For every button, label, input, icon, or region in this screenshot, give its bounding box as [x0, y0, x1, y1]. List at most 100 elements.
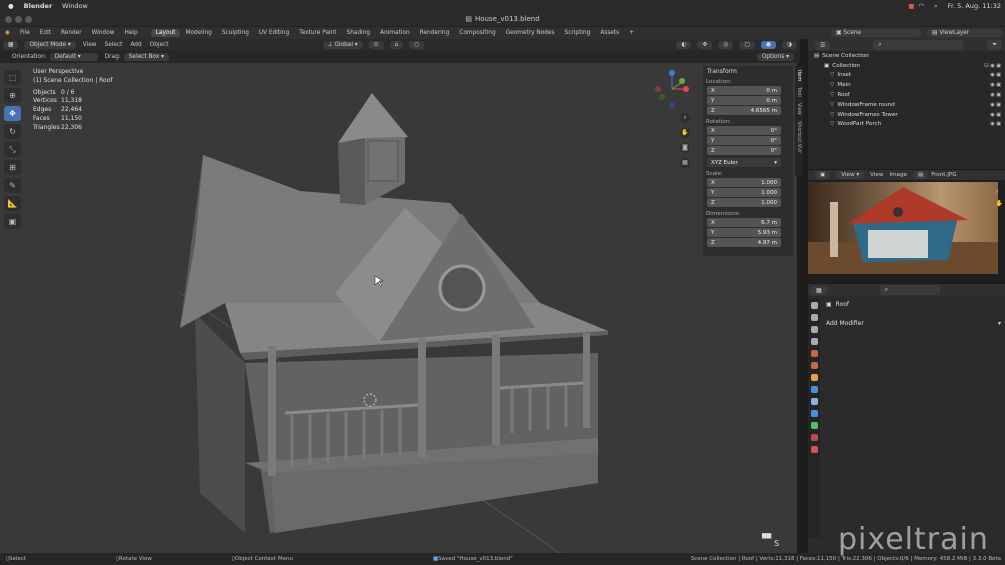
mac-menu-window[interactable]: Window	[62, 2, 88, 10]
menu-file[interactable]: File	[15, 30, 35, 36]
tab-tool[interactable]: Tool	[796, 87, 802, 97]
tab-texture-paint[interactable]: Texture Paint	[294, 29, 341, 37]
menu-view[interactable]: View	[79, 42, 101, 48]
options-dropdown[interactable]: Options ▾	[756, 53, 794, 61]
properties-tab-icon[interactable]	[810, 302, 818, 309]
pan-hand-icon[interactable]: ✋	[680, 128, 690, 138]
properties-tab-icon[interactable]	[810, 338, 818, 345]
menu-render[interactable]: Render	[56, 30, 87, 36]
scale-y-field[interactable]: Y 1.000	[707, 188, 781, 197]
move-tool-icon[interactable]: ✥	[4, 106, 21, 121]
visibility-eye-icon[interactable]: ◉ ▣	[990, 72, 1001, 78]
properties-tab-icon[interactable]	[810, 410, 818, 417]
tab-sculpting[interactable]: Sculpting	[217, 29, 254, 37]
properties-tab-icon[interactable]	[810, 446, 818, 453]
camera-icon[interactable]: ◙	[680, 143, 690, 153]
measure-tool-icon[interactable]: 📐	[4, 196, 21, 211]
drag-dropdown[interactable]: Select Box ▾	[123, 53, 170, 61]
pan-hand-icon[interactable]: ✋	[996, 200, 1003, 207]
filter-icon[interactable]: ⏷	[987, 40, 1002, 50]
menu-help[interactable]: Help	[120, 30, 143, 36]
outliner-collection[interactable]: ▣ Collection ☑ ◉ ▣	[808, 61, 1005, 71]
menu-add[interactable]: Add	[126, 42, 145, 48]
properties-search-input[interactable]: ⌕	[879, 285, 940, 295]
menu-window[interactable]: Window	[87, 30, 120, 36]
tab-shading[interactable]: Shading	[342, 29, 376, 37]
properties-editor-icon[interactable]: ▦	[811, 285, 827, 295]
properties-tab-icon[interactable]	[810, 314, 818, 321]
tab-layout[interactable]: Layout	[150, 29, 181, 37]
outliner-item[interactable]: ▽ WindowFrames Tower ◉ ▣	[808, 110, 1005, 120]
image-menu-image[interactable]: Image	[886, 172, 910, 178]
rotation-x-field[interactable]: X 0°	[707, 126, 781, 135]
tab-shortcut-vur[interactable]: Shortcut VUr	[796, 121, 802, 153]
image-menu-view[interactable]: View	[867, 172, 886, 178]
shading-material-icon[interactable]: ◑	[781, 41, 797, 49]
add-modifier-dropdown[interactable]: Add Modifier ▾	[826, 320, 1001, 330]
tab-item[interactable]: Item	[796, 70, 802, 81]
3d-viewport[interactable]	[0, 63, 797, 553]
visibility-eye-icon[interactable]: ◉ ▣	[990, 121, 1001, 127]
tab-rendering[interactable]: Rendering	[415, 29, 455, 37]
outliner-root[interactable]: ▤ Scene Collection	[808, 51, 1005, 61]
dimensions-x-field[interactable]: X 6.7 m	[707, 218, 781, 227]
close-window-button[interactable]	[5, 16, 12, 23]
dimensions-z-field[interactable]: Z 4.97 m	[707, 238, 781, 247]
image-browse-icon[interactable]: ▤	[912, 171, 929, 179]
proportional-edit-icon[interactable]: ○	[409, 41, 425, 49]
outliner-item[interactable]: ▽ WindowFrame round ◉ ▣	[808, 100, 1005, 110]
add-workspace-button[interactable]: +	[624, 29, 639, 37]
scale-tool-icon[interactable]: ⤡	[4, 142, 21, 157]
outliner-item[interactable]: ▽ Main ◉ ▣	[808, 80, 1005, 90]
rotation-mode-dropdown[interactable]: XYZ Euler ▾	[707, 158, 781, 167]
annotate-tool-icon[interactable]: ✎	[4, 178, 21, 193]
zoom-icon[interactable]: ⌕	[680, 113, 690, 123]
location-x-field[interactable]: X 0 m	[707, 86, 781, 95]
cursor-tool-icon[interactable]: ⊕	[4, 88, 21, 103]
navigation-gizmo[interactable]	[652, 68, 692, 110]
visibility-icon[interactable]: ◐	[676, 41, 692, 49]
transform-tool-icon[interactable]: ⊞	[4, 160, 21, 175]
apple-icon[interactable]: ●	[8, 2, 14, 10]
scene-selector[interactable]: ▣ Scene	[831, 29, 921, 37]
rotation-z-field[interactable]: Z 0°	[707, 146, 781, 155]
outliner-search-input[interactable]: ⌕	[873, 40, 964, 50]
visibility-eye-icon[interactable]: ◉ ▣	[990, 112, 1001, 118]
tab-scripting[interactable]: Scripting	[560, 29, 596, 37]
tab-compositing[interactable]: Compositing	[454, 29, 500, 37]
tab-assets[interactable]: Assets	[595, 29, 624, 37]
tab-animation[interactable]: Animation	[375, 29, 415, 37]
pivot-icon[interactable]: ⊙	[368, 41, 384, 49]
tab-modeling[interactable]: Modeling	[180, 29, 216, 37]
properties-tab-icon[interactable]	[810, 326, 818, 333]
orientation-dropdown[interactable]: Default ▾	[49, 53, 98, 61]
outliner-editor-icon[interactable]: ☰	[815, 40, 831, 50]
zoom-icon[interactable]: ⌕	[996, 188, 1003, 196]
scale-x-field[interactable]: X 1.000	[707, 178, 781, 187]
transform-orientation-dropdown[interactable]: ⊥ Global ▾	[322, 41, 363, 49]
properties-tab-icon[interactable]	[810, 374, 818, 381]
properties-tab-icon[interactable]	[810, 398, 818, 405]
properties-tab-icon[interactable]	[810, 362, 818, 369]
outliner-item[interactable]: ▽ Roof ◉ ▣	[808, 90, 1005, 100]
outliner-item[interactable]: ▽ Inset ◉ ▣	[808, 71, 1005, 81]
add-cube-tool-icon[interactable]: ▣	[4, 214, 21, 229]
image-editor-type-icon[interactable]: ▣	[815, 171, 831, 179]
viewlayer-selector[interactable]: ▤ ViewLayer	[927, 29, 1002, 37]
shading-solid-icon[interactable]: ●	[760, 41, 776, 49]
minimize-window-button[interactable]	[15, 16, 22, 23]
visibility-eye-icon[interactable]: ◉ ▣	[990, 102, 1001, 108]
record-icon[interactable]: ■	[908, 2, 914, 10]
location-y-field[interactable]: Y 0 m	[707, 96, 781, 105]
tab-view[interactable]: View	[796, 103, 802, 115]
date-time[interactable]: Fr. 5. Aug. 11:32	[948, 2, 1001, 10]
grid-view-icon[interactable]: ▦	[680, 158, 690, 168]
properties-tab-icon[interactable]	[810, 386, 818, 393]
outliner-item[interactable]: ▽ WoodPart Porch ◉ ▣	[808, 120, 1005, 130]
properties-tab-icon[interactable]	[810, 434, 818, 441]
location-z-field[interactable]: Z 4.6565 m	[707, 106, 781, 115]
image-view-dropdown[interactable]: View ▾	[836, 171, 865, 179]
scale-z-field[interactable]: Z 1.000	[707, 198, 781, 207]
app-name[interactable]: Blender	[24, 2, 53, 10]
properties-tab-icon[interactable]	[810, 422, 818, 429]
